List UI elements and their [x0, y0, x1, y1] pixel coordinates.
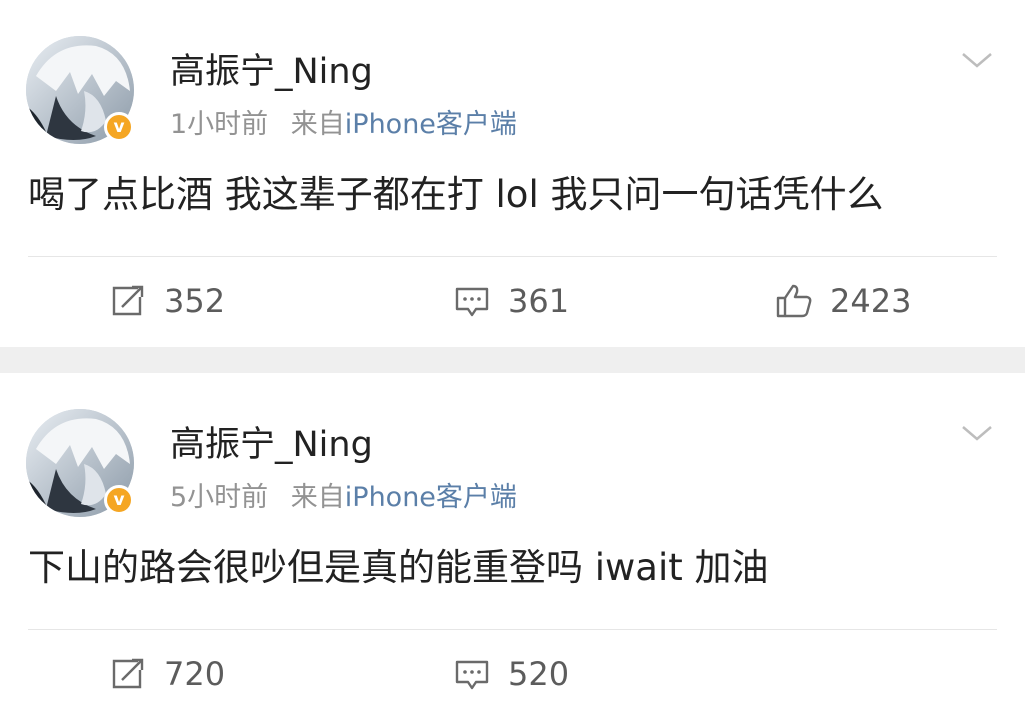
- post-meta: 1小时前 来自iPhone客户端: [170, 107, 517, 143]
- post-meta: 5小时前 来自iPhone客户端: [170, 480, 517, 516]
- comment-button[interactable]: 361: [452, 257, 569, 345]
- post-content: 喝了点比酒 我这辈子都在打 lol 我只问一句话凭什么: [28, 173, 884, 216]
- repost-button[interactable]: 720: [108, 630, 225, 718]
- repost-icon: [112, 658, 144, 689]
- like-icon: [776, 284, 812, 318]
- action-bar: 720 520: [0, 630, 1025, 718]
- from-label: 来自: [290, 482, 345, 513]
- chevron-down-icon[interactable]: [957, 417, 997, 449]
- repost-count: 352: [164, 282, 226, 320]
- from-label: 来自: [290, 109, 345, 140]
- username[interactable]: 高振宁_Ning: [170, 50, 373, 94]
- comment-icon: [455, 287, 489, 317]
- post-content: 下山的路会很吵但是真的能重登吗 iwait 加油: [28, 546, 769, 589]
- weibo-post[interactable]: v 高振宁_Ning 1小时前 来自iPhone客户端 喝了点比酒 我这辈子都在…: [0, 0, 1025, 347]
- post-source-link[interactable]: iPhone客户端: [345, 109, 517, 140]
- verified-badge-icon: v: [104, 112, 134, 142]
- like-count: 2423: [830, 282, 912, 320]
- post-time: 1小时前: [170, 109, 269, 140]
- comment-icon: [455, 660, 489, 690]
- verified-badge-icon: v: [104, 485, 134, 515]
- comment-count: 520: [508, 655, 570, 693]
- repost-count: 720: [164, 655, 226, 693]
- repost-button[interactable]: 352: [108, 257, 225, 345]
- weibo-post[interactable]: v 高振宁_Ning 5小时前 来自iPhone客户端 下山的路会很吵但是真的能…: [0, 373, 1025, 718]
- comment-count: 361: [508, 282, 570, 320]
- action-bar: 352 361 2423: [0, 257, 1025, 345]
- username[interactable]: 高振宁_Ning: [170, 423, 373, 467]
- like-button[interactable]: 2423: [774, 257, 911, 345]
- post-source-link[interactable]: iPhone客户端: [345, 482, 517, 513]
- repost-icon: [112, 285, 144, 316]
- post-time: 5小时前: [170, 482, 269, 513]
- comment-button[interactable]: 520: [452, 630, 569, 718]
- chevron-down-icon[interactable]: [957, 44, 997, 76]
